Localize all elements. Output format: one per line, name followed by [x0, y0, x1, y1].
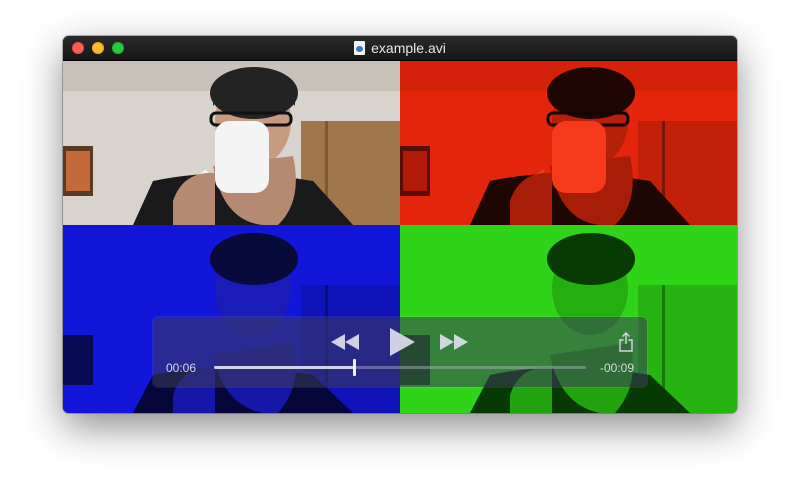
- quicktime-document-icon: [354, 41, 366, 55]
- window-title-text: example.avi: [371, 40, 446, 56]
- rewind-icon: [331, 334, 359, 350]
- play-icon: [390, 328, 415, 356]
- share-button[interactable]: [619, 332, 633, 352]
- progress-scrubber[interactable]: [214, 359, 586, 376]
- remaining-time: -00:09: [599, 361, 634, 375]
- rewind-button[interactable]: [331, 334, 359, 350]
- elapsed-time: 00:06: [166, 361, 197, 375]
- play-button[interactable]: [389, 328, 415, 356]
- playback-controls: 00:06 -00:09: [153, 317, 647, 387]
- window-title: example.avi: [63, 40, 737, 56]
- playhead-handle[interactable]: [353, 359, 356, 376]
- video-quadrant-normal: [63, 61, 400, 225]
- progress-fill: [214, 366, 354, 369]
- share-icon: [619, 332, 633, 352]
- video-frame[interactable]: 00:06 -00:09: [63, 61, 737, 413]
- video-scene-red: [400, 61, 737, 225]
- fast-forward-icon: [440, 334, 468, 350]
- fast-forward-button[interactable]: [440, 334, 468, 350]
- video-quadrant-red: [400, 61, 737, 225]
- player-window: example.avi 00:06 -00:09: [63, 36, 737, 413]
- title-bar[interactable]: example.avi: [63, 36, 737, 61]
- video-scene-normal: [63, 61, 400, 225]
